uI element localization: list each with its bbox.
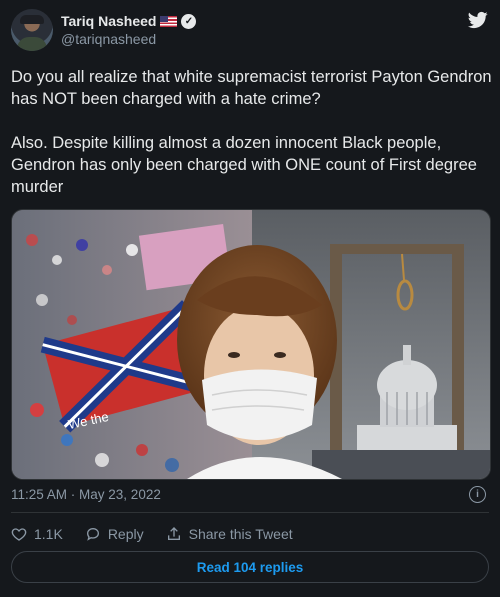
- tweet-timestamp[interactable]: 11:25 AM · May 23, 2022: [11, 487, 161, 502]
- author-handle[interactable]: @tariqnasheed: [61, 31, 156, 47]
- tweet-text: Do you all realize that white supremacis…: [11, 66, 493, 198]
- tweet-media-image[interactable]: We the: [11, 209, 491, 480]
- author-name-row: Tariq Nasheed ✓: [61, 12, 197, 30]
- read-replies-button[interactable]: Read 104 replies: [11, 551, 489, 583]
- tweet-header: Tariq Nasheed ✓ @tariqnasheed: [11, 9, 489, 53]
- divider: [11, 512, 489, 513]
- author-avatar[interactable]: [11, 9, 53, 51]
- reply-button[interactable]: Reply: [85, 526, 144, 542]
- tweet-paragraph-1: Do you all realize that white supremacis…: [11, 68, 497, 108]
- like-count: 1.1K: [34, 526, 63, 542]
- reply-bubble-icon: [86, 527, 99, 541]
- share-button[interactable]: Share this Tweet: [166, 526, 293, 542]
- reply-label: Reply: [107, 526, 144, 542]
- share-icon: [167, 527, 180, 540]
- tweet-actions: 1.1K Reply Share this Tweet: [11, 524, 293, 544]
- verified-badge-icon: ✓: [181, 13, 197, 29]
- share-label: Share this Tweet: [188, 526, 293, 542]
- heart-icon: [11, 528, 27, 541]
- like-button[interactable]: 1.1K: [11, 526, 63, 542]
- tweet-paragraph-2: Also. Despite killing almost a dozen inn…: [11, 134, 482, 196]
- info-icon[interactable]: i: [469, 486, 486, 503]
- author-name[interactable]: Tariq Nasheed: [61, 13, 156, 29]
- tweet-card: Tariq Nasheed ✓ @tariqnasheed Do you all…: [0, 0, 500, 597]
- us-flag-icon: [160, 15, 178, 27]
- media-illustration: We the: [12, 210, 490, 479]
- twitter-bird-icon[interactable]: [467, 10, 489, 30]
